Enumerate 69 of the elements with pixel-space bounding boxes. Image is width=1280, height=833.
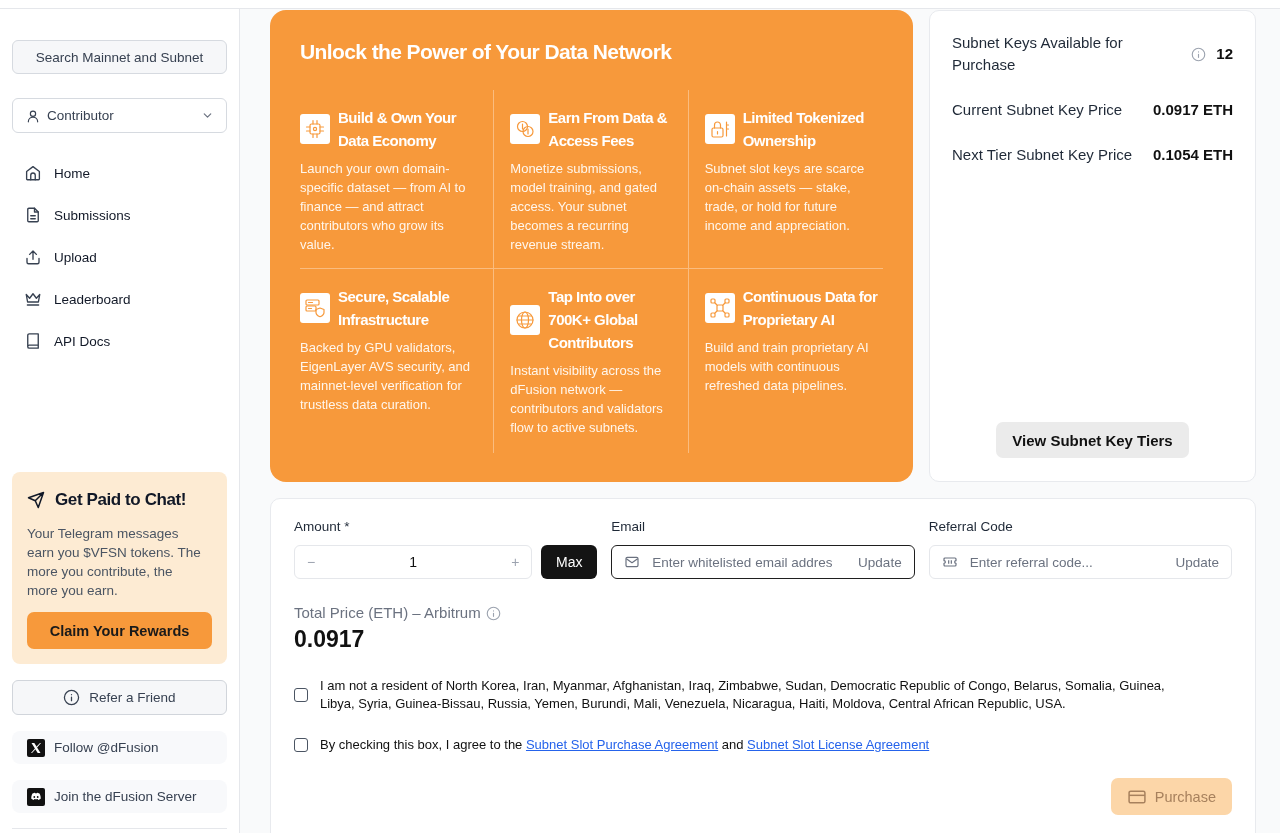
nav-item[interactable]: Upload [12, 236, 227, 278]
upload-icon [24, 248, 42, 266]
social-link[interactable]: Join the dFusion Server [12, 780, 227, 813]
stat-label: Current Subnet Key Price [952, 100, 1124, 120]
crown-icon [24, 290, 42, 308]
feature-description: Launch your own domain-specific dataset — from AI to finance — and attract contributors who grow its value. [300, 160, 467, 254]
nav-item[interactable]: Leaderboard [12, 278, 227, 320]
network-icon [704, 293, 735, 323]
promo-text: Your Telegram messages earn you $VFSN tokens. The more you contribute, the more you earn. [27, 525, 202, 600]
field-label: Email [611, 519, 647, 535]
stat-value: 0.0917 ETH [1152, 100, 1233, 120]
max-button[interactable]: Max [541, 545, 598, 579]
checkbox[interactable] [294, 738, 308, 752]
total-price-value: 0.0917 [294, 625, 365, 653]
discord-logo-icon [27, 787, 45, 806]
feature-title: Tap Into over 700K+ Global Contributors [548, 287, 639, 353]
promo-title: Get Paid to Chat! [55, 489, 187, 511]
info-icon [63, 689, 81, 706]
x-logo-icon [27, 738, 45, 757]
feature-description: Build and train proprietary AI models with continuous refreshed data pipelines. [704, 339, 870, 395]
info-icon [485, 605, 501, 621]
update-button[interactable]: Update [858, 554, 902, 570]
role-select[interactable]: Contributor [12, 98, 227, 133]
social-link[interactable]: Follow @dFusion [12, 731, 227, 764]
agreement-text: By checking this box, I agree to the Subnet Slot Purchase Agreement and Subnet Slot License Agreement [320, 736, 930, 754]
field-label: Amount * [294, 519, 351, 535]
paper-plane-icon [27, 491, 45, 509]
padlock-icon [704, 114, 735, 144]
feature-title: Limited Tokenized Ownership [742, 108, 865, 151]
update-button[interactable]: Update [1175, 554, 1219, 570]
feature-description: Backed by GPU validators, EigenLayer AVS security, and mainnet-level verification for trustless data curation. [300, 339, 472, 414]
agreement-text: I am not a resident of North Korea, Iran, Myanmar, Afghanistan, Iraq, Zimbabwe, Sudan, Democratic Republic of Congo, Belarus, Somalia, Guinea, Libya, Syria, Guinea-Bissau, Russia, Yemen, Burundi, Mali, Venezuela, Nicaragua, Haiti, Moldova, Central African Republic, USA. [320, 677, 1166, 713]
view-tiers-button[interactable]: View Subnet Key Tiers [996, 422, 1189, 458]
nav-item[interactable]: Submissions [12, 194, 227, 236]
feature-title: Continuous Data for Proprietary AI [742, 287, 879, 330]
agreement-link[interactable]: Subnet Slot License Agreement [747, 737, 930, 752]
info-icon [1191, 46, 1207, 62]
document-icon [24, 206, 42, 224]
server-shield-icon [300, 293, 330, 323]
feature-title: Secure, Scalable Infrastructure [338, 287, 451, 330]
coins-icon [510, 114, 541, 144]
email-field[interactable]: Enter whitelisted email addres Update [611, 545, 915, 579]
ticket-icon [941, 554, 958, 570]
feature-description: Monetize submissions, model training, and gated access. Your subnet becomes a recurring revenue stream. [510, 160, 659, 254]
stat-value: 0.1054 ETH [1152, 145, 1233, 165]
feature-title: Build & Own Your Data Economy [338, 108, 458, 151]
globe-icon [510, 304, 541, 335]
total-price-label: Total Price (ETH) – Arbitrum [294, 603, 481, 623]
search-button[interactable]: Search Mainnet and Subnet [12, 40, 227, 74]
book-icon [24, 332, 42, 350]
stat-value: 12 [1216, 44, 1233, 64]
claim-rewards-button[interactable]: Claim Your Rewards [27, 612, 212, 649]
home-icon [24, 164, 42, 182]
stat-label: Next Tier Subnet Key Price [952, 145, 1134, 165]
nav-item[interactable]: Home [12, 152, 227, 194]
field-label: Referral Code [928, 519, 1014, 535]
checkbox[interactable] [294, 688, 308, 702]
chip-icon [300, 114, 330, 144]
agreement-link[interactable]: Subnet Slot Purchase Agreement [525, 737, 719, 752]
feature-description: Instant visibility across the dFusion network — contributors and validators flow to active subnets. [510, 362, 664, 437]
stat-label: Subnet Keys Available for Purchase [952, 33, 1124, 75]
refer-button[interactable]: Refer a Friend [12, 680, 227, 715]
referral-field[interactable]: Enter referral code... Update [928, 545, 1232, 579]
nav-item[interactable]: API Docs [12, 320, 227, 362]
feature-description: Subnet slot keys are scarce on-chain assets — stake, trade, or hold for future income and appreciation. [704, 160, 866, 235]
mail-icon [624, 554, 641, 570]
user-icon [26, 108, 40, 123]
hero-title: Unlock the Power of Your Data Network [300, 39, 673, 65]
feature-title: Earn From Data & Access Fees [548, 108, 669, 151]
